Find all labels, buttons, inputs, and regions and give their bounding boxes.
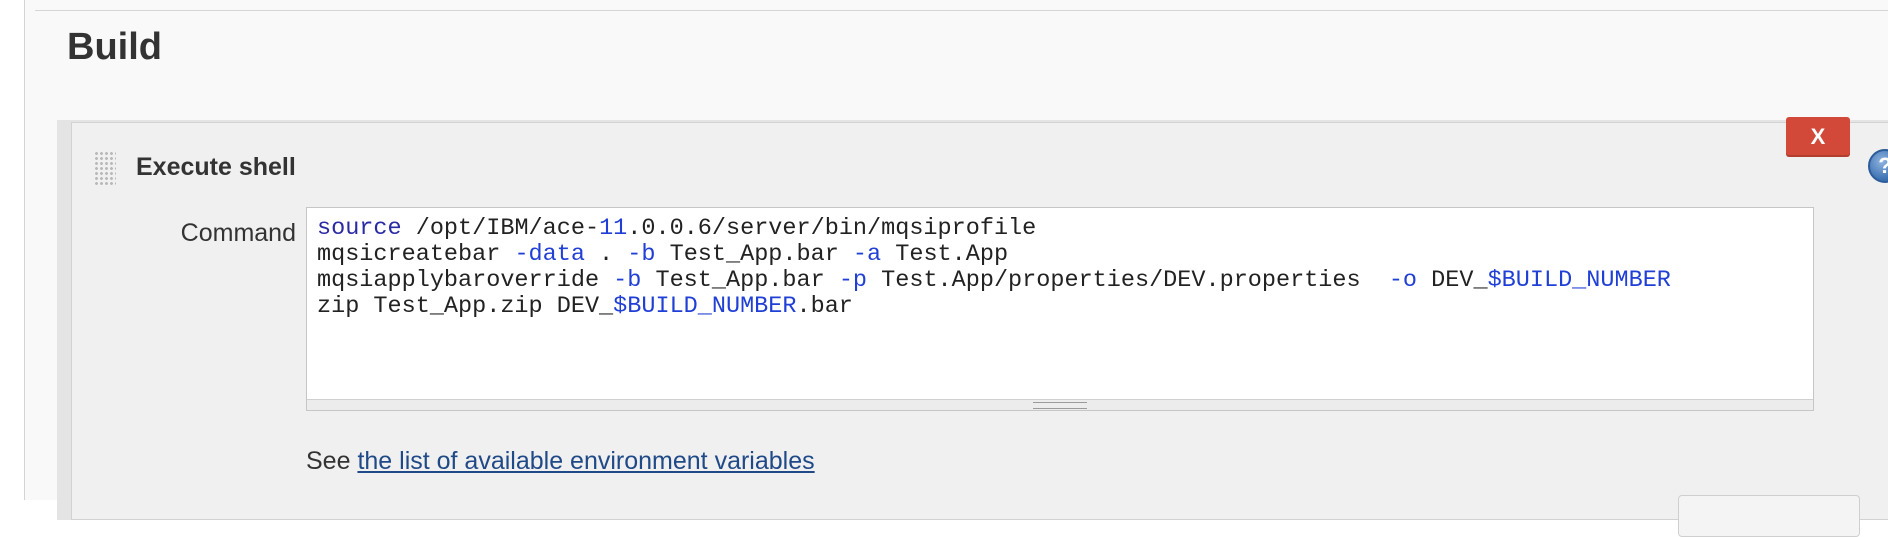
- code-token: -p: [838, 267, 868, 294]
- code-token: -o: [1388, 267, 1418, 294]
- code-token: zip Test_App.zip DEV_: [317, 293, 614, 320]
- help-prefix: See: [306, 447, 358, 475]
- code-token: 11: [599, 215, 628, 242]
- delete-step-button[interactable]: X: [1786, 117, 1850, 157]
- code-token: -b: [627, 241, 656, 268]
- code-token: .bar: [796, 293, 853, 320]
- command-label: Command: [180, 219, 296, 247]
- command-textarea[interactable]: source /opt/IBM/ace-11.0.0.6/server/bin/…: [306, 207, 1814, 411]
- resize-handle[interactable]: [307, 399, 1813, 410]
- code-token: .0.0.6/server/bin/mqsiprofile: [627, 215, 1037, 242]
- section-title: Build: [67, 26, 162, 68]
- code-token: -data: [514, 241, 585, 268]
- code-token: mqsicreatebar: [317, 241, 515, 268]
- drag-handle-icon[interactable]: [94, 151, 116, 185]
- code-token: DEV_: [1417, 267, 1488, 294]
- code-token: Test_App.bar: [655, 241, 853, 268]
- code-token: -b: [613, 267, 642, 294]
- step-title: Execute shell: [136, 153, 296, 181]
- code-token: Test.App: [881, 241, 1009, 268]
- code-token: .: [584, 241, 628, 268]
- execute-shell-panel: Execute shell X ? Command source /opt/IB…: [71, 117, 1888, 537]
- command-code[interactable]: source /opt/IBM/ace-11.0.0.6/server/bin/…: [317, 216, 1813, 320]
- code-token: $BUILD_NUMBER: [613, 293, 797, 320]
- code-token: -a: [852, 241, 882, 268]
- code-token: mqsiapplybaroverride: [317, 267, 614, 294]
- divider: [35, 10, 1888, 11]
- code-token: Test_App.bar: [641, 267, 839, 294]
- env-vars-link[interactable]: the list of available environment variab…: [357, 447, 814, 475]
- env-vars-help: See the list of available environment va…: [306, 447, 815, 476]
- build-step-container: Execute shell X ? Command source /opt/IB…: [57, 117, 1888, 537]
- code-token: source: [317, 215, 402, 242]
- code-token: $BUILD_NUMBER: [1487, 267, 1671, 294]
- page-frame: Build Execute shell X ? Command source /…: [24, 0, 1888, 537]
- code-token: Test.App/properties/DEV.properties: [867, 267, 1389, 294]
- code-token: /opt/IBM/ace-: [401, 215, 600, 242]
- help-icon[interactable]: ?: [1868, 149, 1888, 183]
- resize-grip-icon[interactable]: [1033, 402, 1087, 409]
- advanced-button[interactable]: [1678, 495, 1860, 537]
